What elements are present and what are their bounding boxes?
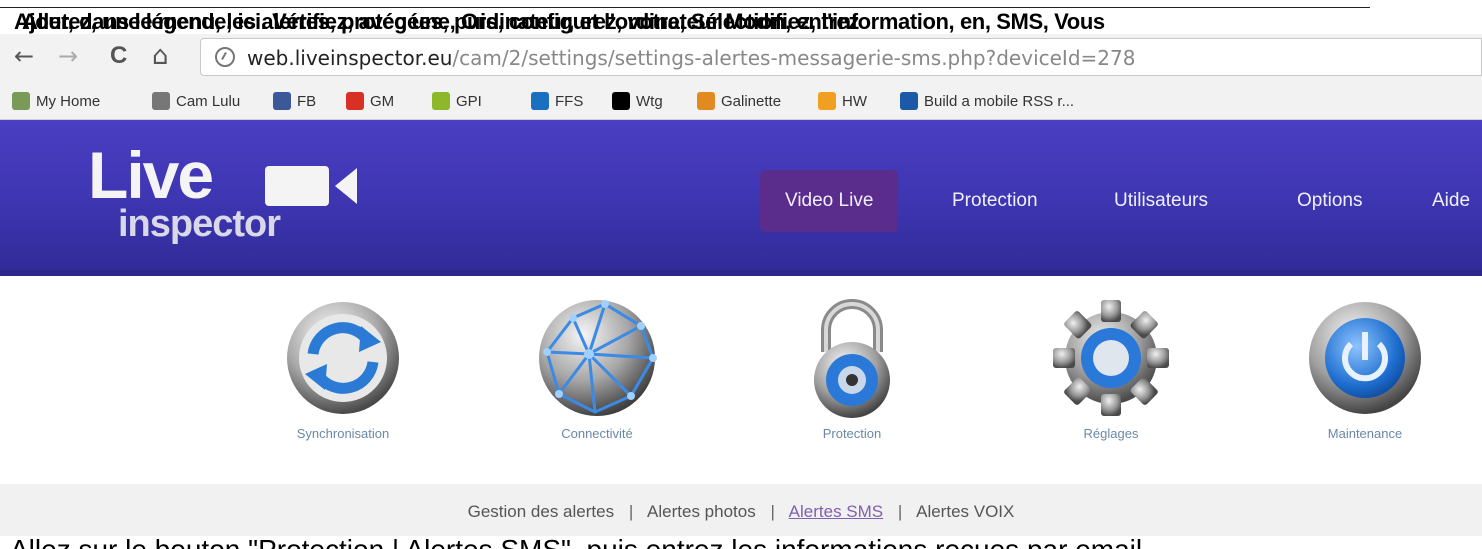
leaf-icon xyxy=(432,92,450,110)
sub-link-alertes-voix[interactable]: Alertes VOIX xyxy=(916,502,1014,521)
logo-live-text: Live xyxy=(88,138,214,212)
sub-separator: | xyxy=(897,502,903,521)
site-header: Live inspector Video Live Protection Uti… xyxy=(0,120,1482,276)
url-host: web.liveinspector.eu xyxy=(247,46,453,70)
sub-link-gestion-alertes[interactable]: Gestion des alertes xyxy=(468,502,614,521)
forward-button[interactable]: → xyxy=(58,42,78,70)
gmail-icon xyxy=(346,92,364,110)
power-icon xyxy=(1309,302,1421,414)
instruction-caption: Allez sur le bouton "Protection | Alerte… xyxy=(10,534,1142,549)
sub-separator: | xyxy=(770,502,775,521)
sub-menu-links: Gestion des alertes | Alertes photos | A… xyxy=(0,502,1482,522)
bookmark-item[interactable]: HW xyxy=(818,90,867,112)
alerts-sub-menu: Gestion des alertes | Alertes photos | A… xyxy=(0,484,1482,536)
tool-protection[interactable]: Protection xyxy=(772,296,932,441)
bookmark-item[interactable]: GPI xyxy=(432,90,482,112)
home-button[interactable]: ⌂ xyxy=(152,42,169,70)
bookmark-label: GM xyxy=(370,92,395,110)
back-button[interactable]: ← xyxy=(14,42,34,70)
bookmark-label: Galinette xyxy=(721,92,782,110)
nav-video-live[interactable]: Video Live xyxy=(760,170,899,232)
url-field[interactable]: web.liveinspector.eu/cam/2/settings/sett… xyxy=(200,38,1482,76)
sub-link-alertes-sms[interactable]: Alertes SMS xyxy=(789,502,883,521)
header-bottom-border xyxy=(0,270,1482,276)
bookmark-item[interactable]: Build a mobile RSS r... xyxy=(900,90,1074,112)
tool-connectivite[interactable]: Connectivité xyxy=(517,296,677,441)
tool-synchronisation[interactable]: Synchronisation xyxy=(263,296,423,441)
globe-icon xyxy=(152,92,170,110)
bookmark-label: HW xyxy=(842,92,867,110)
facebook-icon xyxy=(273,92,291,110)
bookmark-item[interactable]: My Home xyxy=(12,90,100,112)
camera-icon xyxy=(265,166,329,206)
bookmark-label: My Home xyxy=(36,92,101,110)
bookmark-item[interactable]: FFS xyxy=(531,90,583,112)
bird-icon xyxy=(697,92,715,110)
url-path: /cam/2/settings/settings-alertes-message… xyxy=(452,46,1136,70)
sync-icon xyxy=(287,302,399,414)
ibm-icon xyxy=(900,92,918,110)
nav-aide[interactable]: Aide xyxy=(1432,170,1470,232)
overlap-text-b: Aller, dans le menu, les alertes, protég… xyxy=(22,9,859,34)
bookmark-item[interactable]: FB xyxy=(273,90,316,112)
bookmark-label: FB xyxy=(297,92,317,110)
top-divider xyxy=(0,7,1370,8)
logo-inspector-text: inspector xyxy=(118,203,281,245)
url-text: web.liveinspector.eu/cam/2/settings/sett… xyxy=(247,46,1135,70)
bookmark-label: FFS xyxy=(555,92,584,110)
sub-separator: | xyxy=(628,502,634,521)
sub-link-alertes-photos[interactable]: Alertes photos xyxy=(647,502,756,521)
reload-button[interactable]: C xyxy=(110,42,127,70)
browser-address-bar: ← → C ⌂ web.liveinspector.eu/cam/2/setti… xyxy=(0,34,1482,80)
hw-icon xyxy=(818,92,836,110)
bookmark-label: Cam Lulu xyxy=(176,92,241,110)
tool-label: Synchronisation xyxy=(296,426,390,441)
bookmark-item[interactable]: Galinette xyxy=(697,90,781,112)
tool-label: Maintenance xyxy=(1327,426,1403,441)
ffs-icon xyxy=(531,92,549,110)
bookmark-item[interactable]: Wtg xyxy=(612,90,663,112)
network-globe-icon xyxy=(539,300,657,416)
page-info-icon[interactable] xyxy=(215,47,235,67)
tool-label: Connectivité xyxy=(561,426,633,441)
tool-label: Réglages xyxy=(1083,426,1139,441)
gear-icon xyxy=(1053,300,1169,416)
bookmark-label: Wtg xyxy=(636,92,663,110)
overlapping-caption-strip: Ajoutez, une légende, ici. Vérifiez, ave… xyxy=(0,0,1482,34)
bookmark-label: GPI xyxy=(456,92,482,110)
tool-maintenance[interactable]: Maintenance xyxy=(1285,296,1445,441)
bookmarks-bar: My Home Cam Lulu FB GM GPI FFS Wtg Galinette HW B… xyxy=(0,80,1482,120)
tool-label: Protection xyxy=(822,426,882,441)
bookmark-label: Build a mobile RSS r... xyxy=(924,92,1075,110)
nav-protection[interactable]: Protection xyxy=(952,170,1038,232)
tool-reglages[interactable]: Réglages xyxy=(1031,296,1191,441)
wikipedia-icon xyxy=(612,92,630,110)
bookmark-item[interactable]: GM xyxy=(346,90,394,112)
camera-lens-icon xyxy=(335,168,357,204)
bookmark-item[interactable]: Cam Lulu xyxy=(152,90,240,112)
nav-options[interactable]: Options xyxy=(1297,170,1362,232)
nav-utilisateurs[interactable]: Utilisateurs xyxy=(1114,170,1208,232)
home-icon xyxy=(12,92,30,110)
padlock-icon xyxy=(814,299,890,418)
